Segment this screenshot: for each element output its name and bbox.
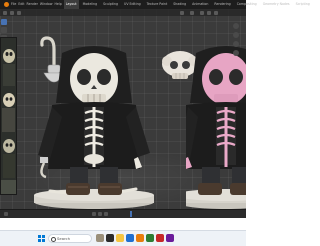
material-shading-icon[interactable] (207, 10, 211, 15)
tab-shading[interactable]: Shading (171, 0, 188, 9)
search-icon (51, 236, 56, 242)
tab-geometry-nodes[interactable]: Geometry Nodes (261, 0, 292, 9)
taskbar-app-purple-icon[interactable] (166, 234, 174, 242)
play-icon[interactable] (98, 212, 102, 216)
overlay-toggle-icon[interactable] (180, 10, 184, 15)
cursor-tool-icon[interactable] (1, 27, 7, 33)
tab-sculpting[interactable]: Sculpting (101, 0, 120, 9)
tab-scripting[interactable]: Scripting (294, 0, 312, 9)
desktop-screen: File Edit Render Window Help Layout Mode… (0, 0, 310, 246)
perspective-toggle-icon[interactable] (233, 50, 239, 56)
playhead[interactable] (130, 211, 132, 217)
pan-hand-icon[interactable] (233, 32, 239, 38)
skeleton-figure-model[interactable] (28, 45, 156, 209)
blender-logo-icon[interactable] (4, 2, 9, 7)
solid-shading-icon[interactable] (200, 10, 204, 15)
tab-modeling[interactable]: Modeling (81, 0, 100, 9)
taskbar-app-photo-icon[interactable] (96, 234, 104, 242)
blender-top-bar: File Edit Render Window Help Layout Mode… (0, 0, 310, 9)
taskbar-search-input[interactable]: Search (48, 234, 92, 243)
skeleton-figure-pink-model[interactable] (186, 45, 246, 209)
rendered-shading-icon[interactable] (214, 10, 218, 15)
menu-window[interactable]: Window (40, 0, 53, 9)
zoom-icon[interactable] (233, 23, 239, 29)
taskbar-app-red-icon[interactable] (156, 234, 164, 242)
timeline-bar[interactable] (0, 209, 246, 218)
menu-help[interactable]: Help (54, 0, 61, 9)
select-tool-icon[interactable] (1, 19, 7, 25)
reference-figures-image (1, 38, 16, 194)
timeline-menu-icon[interactable] (4, 212, 8, 216)
jump-end-icon[interactable] (104, 212, 108, 216)
xray-toggle-icon[interactable] (190, 10, 194, 15)
windows-taskbar: Search (0, 230, 246, 246)
tab-uv-editing[interactable]: UV Editing (122, 0, 143, 9)
tab-rendering[interactable]: Rendering (212, 0, 232, 9)
reference-image-strip[interactable] (0, 37, 17, 195)
jump-start-icon[interactable] (92, 212, 96, 216)
editor-type-icon[interactable] (3, 10, 7, 15)
blender-app-icon[interactable] (136, 234, 144, 242)
tab-texture-paint[interactable]: Texture Paint (145, 0, 170, 9)
edge-browser-icon[interactable] (126, 234, 134, 242)
file-explorer-icon[interactable] (116, 234, 124, 242)
tab-compositing[interactable]: Compositing (235, 0, 259, 9)
camera-view-icon[interactable] (233, 41, 239, 47)
taskbar-app-green-icon[interactable] (146, 234, 154, 242)
navigation-gizmo (229, 23, 243, 63)
search-placeholder: Search (57, 236, 71, 241)
view-menu-button[interactable] (17, 10, 21, 15)
viewport-header (0, 9, 246, 16)
menu-render[interactable]: Render (27, 0, 38, 9)
3d-viewport[interactable] (0, 9, 246, 209)
object-mode-button[interactable] (10, 10, 14, 15)
windows-start-icon[interactable] (38, 235, 45, 242)
tab-layout[interactable]: Layout (63, 0, 79, 9)
menu-edit[interactable]: Edit (18, 0, 24, 9)
tab-animation[interactable]: Animation (190, 0, 210, 9)
menu-file[interactable]: File (11, 0, 16, 9)
taskbar-app-taskview-icon[interactable] (106, 234, 114, 242)
